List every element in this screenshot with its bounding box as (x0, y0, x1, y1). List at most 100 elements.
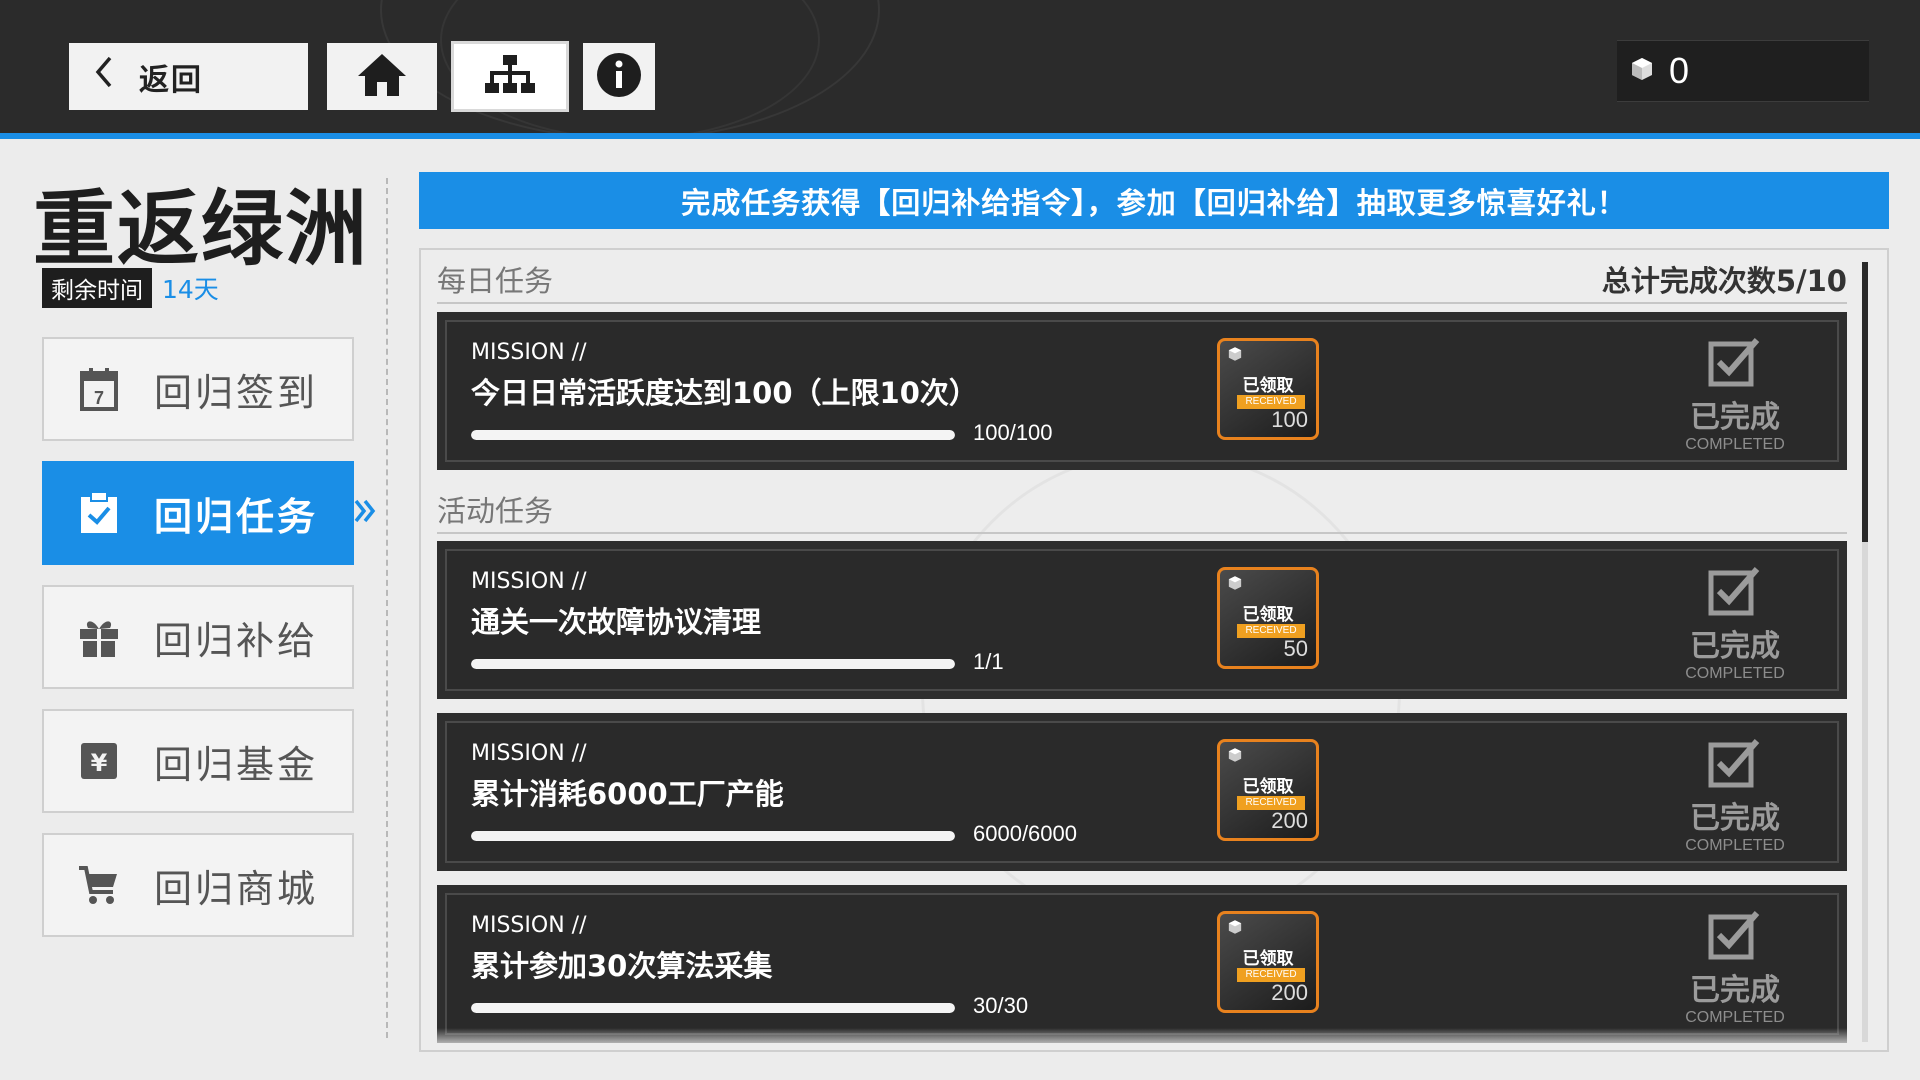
activity-section-title: 活动任务 (437, 494, 554, 528)
mission-title: 今日日常活跃度达到100（上限10次） (471, 376, 978, 410)
checkbox-checked-icon (1707, 911, 1763, 965)
daily-section-title: 每日任务 (437, 264, 554, 298)
currency-value: 0 (1669, 50, 1690, 91)
completed-status: 已完成 COMPLETED (1675, 334, 1795, 454)
progress-fill (471, 659, 955, 669)
completed-label-en: COMPLETED (1685, 436, 1785, 453)
mission-title: 通关一次故障协议清理 (471, 605, 762, 639)
mission-title: 累计消耗6000工厂产能 (471, 777, 784, 811)
completed-status: 已完成 COMPLETED (1675, 907, 1795, 1027)
svg-text:¥: ¥ (91, 749, 108, 777)
activity-section-header: 活动任务 (437, 486, 1847, 534)
reward-amount: 200 (1271, 808, 1308, 833)
completed-label-en: COMPLETED (1685, 1009, 1785, 1026)
received-label: 已领取 (1242, 949, 1294, 969)
reward-item[interactable]: 已领取 RECEIVED 50 (1217, 567, 1319, 669)
nav-item-label: 回归补给 (154, 618, 319, 663)
progress-bar (471, 831, 955, 841)
mission-label: MISSION // (471, 913, 587, 938)
currency-display: 0 (1617, 40, 1869, 102)
reward-item[interactable]: 已领取 RECEIVED 100 (1217, 338, 1319, 440)
mission-label: MISSION // (471, 340, 587, 365)
completed-label-en: COMPLETED (1685, 837, 1785, 854)
mission-card: MISSION // 通关一次故障协议清理 1/1 已领取 RECEIVED 5… (437, 541, 1847, 699)
daily-section-header: 每日任务 总计完成次数5/10 (437, 256, 1847, 304)
info-button[interactable] (583, 43, 655, 110)
back-button[interactable]: 返回 (69, 43, 308, 110)
cube-icon (1227, 575, 1243, 595)
mission-label: MISSION // (471, 569, 587, 594)
hierarchy-icon (484, 53, 536, 101)
completed-label-en: COMPLETED (1685, 665, 1785, 682)
mission-title: 累计参加30次算法采集 (471, 949, 773, 983)
nav-item-checkin[interactable]: 7 回归签到 (42, 337, 354, 441)
progress-fill (471, 1003, 955, 1013)
nav-item-supply[interactable]: 回归补给 (42, 585, 354, 689)
sitemap-button[interactable] (451, 41, 569, 112)
progress-fill (471, 430, 955, 440)
progress-bar (471, 430, 955, 440)
chevron-double-right-icon (354, 496, 376, 534)
completed-status: 已完成 COMPLETED (1675, 563, 1795, 683)
checkbox-checked-icon (1707, 338, 1763, 392)
yen-icon: ¥ (44, 741, 154, 781)
scroll-fade (421, 1028, 1887, 1050)
panel-divider (386, 178, 388, 1038)
mission-card: MISSION // 累计参加30次算法采集 30/30 已领取 RECEIVE… (437, 885, 1847, 1043)
cube-icon (1629, 56, 1655, 86)
completed-status: 已完成 COMPLETED (1675, 735, 1795, 855)
nav-item-label: 回归基金 (154, 742, 319, 787)
mission-panel[interactable]: 每日任务 总计完成次数5/10 MISSION // 今日日常活跃度达到100（… (419, 248, 1889, 1052)
back-label: 返回 (139, 62, 203, 98)
top-bar: 返回 0 (0, 0, 1920, 139)
nav-item-missions[interactable]: 回归任务 (42, 461, 354, 565)
received-label: 已领取 (1242, 376, 1294, 396)
mission-card: MISSION // 累计消耗6000工厂产能 6000/6000 已领取 RE… (437, 713, 1847, 871)
completed-label: 已完成 (1690, 801, 1780, 836)
mission-label: MISSION // (471, 741, 587, 766)
reward-item[interactable]: 已领取 RECEIVED 200 (1217, 739, 1319, 841)
reward-amount: 50 (1283, 636, 1308, 661)
info-banner: 完成任务获得【回归补给指令】，参加【回归补给】抽取更多惊喜好礼！ (419, 172, 1889, 229)
checkbox-checked-icon (1707, 567, 1763, 621)
nav-item-label: 回归任务 (154, 494, 319, 539)
mission-card: MISSION // 今日日常活跃度达到100（上限10次） 100/100 已… (437, 312, 1847, 470)
progress-text: 100/100 (973, 420, 1053, 445)
progress-bar (471, 1003, 955, 1013)
reward-amount: 200 (1271, 980, 1308, 1005)
event-title: 重返绿洲 (33, 182, 370, 277)
progress-text: 6000/6000 (973, 821, 1077, 846)
nav-item-fund[interactable]: ¥ 回归基金 (42, 709, 354, 813)
received-label: 已领取 (1242, 605, 1294, 625)
calendar-icon: 7 (44, 367, 154, 411)
completed-label: 已完成 (1690, 629, 1780, 664)
cube-icon (1227, 919, 1243, 939)
progress-text: 1/1 (973, 649, 1004, 674)
nav-item-label: 回归商城 (154, 866, 319, 911)
cube-icon (1227, 346, 1243, 366)
clipboard-check-icon (44, 491, 154, 535)
nav-item-label: 回归签到 (154, 370, 319, 415)
completed-label: 已完成 (1690, 973, 1780, 1008)
progress-fill (471, 831, 955, 841)
reward-amount: 100 (1271, 407, 1308, 432)
svg-text:7: 7 (94, 388, 104, 408)
daily-total-count: 总计完成次数5/10 (1601, 264, 1847, 298)
time-tag: 剩余时间 (42, 268, 152, 308)
cube-icon (1227, 747, 1243, 767)
time-remaining: 剩余时间 14天 (42, 268, 219, 308)
info-icon (596, 52, 642, 102)
received-label: 已领取 (1242, 777, 1294, 797)
cart-icon (44, 864, 154, 906)
chevron-left-icon (69, 54, 139, 99)
gift-icon (44, 615, 154, 659)
checkbox-checked-icon (1707, 739, 1763, 793)
nav-item-shop[interactable]: 回归商城 (42, 833, 354, 937)
time-left: 14天 (162, 275, 219, 304)
completed-label: 已完成 (1690, 400, 1780, 435)
progress-text: 30/30 (973, 993, 1029, 1018)
reward-item[interactable]: 已领取 RECEIVED 200 (1217, 911, 1319, 1013)
scrollbar-thumb[interactable] (1862, 262, 1868, 542)
home-icon (356, 52, 408, 102)
home-button[interactable] (327, 43, 437, 110)
